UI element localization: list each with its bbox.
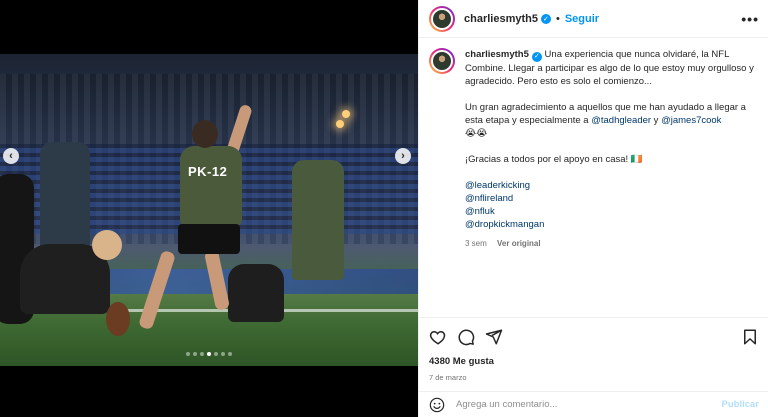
football	[106, 302, 130, 336]
caption-paragraph-3: ¡Gracias a todos por el apoyo en casa! 🇮…	[465, 153, 643, 165]
avatar-image	[431, 7, 453, 30]
avatar-image	[431, 50, 453, 72]
photographer-right	[292, 160, 344, 280]
chevron-right-icon: ›	[401, 149, 405, 162]
caption-meta: 3 sem Ver original	[465, 237, 755, 250]
follow-button[interactable]: Seguir	[565, 13, 599, 25]
caption-paragraph-1: charliesmyth5 ✓ Una experiencia que nunca…	[465, 48, 755, 88]
post-header: charliesmyth5 ✓ • Seguir •••	[419, 0, 768, 38]
jersey-number: PK-12	[188, 164, 228, 179]
comment-bar: Publicar	[419, 391, 768, 417]
carousel-dot	[214, 352, 218, 356]
caption-avatar[interactable]	[429, 48, 455, 74]
mention-link[interactable]: @tadhgleader	[591, 115, 651, 126]
kicker-shorts	[178, 224, 240, 254]
post-date: 7 de marzo	[429, 373, 467, 382]
separator-dot: •	[555, 12, 560, 25]
share-icon[interactable]	[485, 328, 503, 346]
emoji-icon[interactable]	[429, 397, 445, 413]
kicker-head	[192, 120, 218, 148]
hashtag-list: @leaderkicking @nflireland @nfluk @dropk…	[465, 179, 755, 231]
action-bar: 4380 Me gusta 7 de marzo	[419, 317, 768, 382]
carousel-indicator	[0, 352, 418, 356]
verified-badge-icon: ✓	[540, 13, 551, 24]
caption: charliesmyth5 ✓ Una experiencia que nunca…	[429, 48, 759, 318]
caption-paragraph-2: Un gran agradecimiento a aquellos que me…	[465, 101, 755, 140]
mention-link[interactable]: @james7cook	[661, 115, 721, 126]
action-icons	[429, 324, 759, 350]
caption-text: charliesmyth5 ✓ Una experiencia que nunca…	[465, 48, 755, 318]
crying-emoji: 😭😭	[465, 127, 488, 139]
post-side-panel: charliesmyth5 ✓ • Seguir ••• charliesmyt…	[418, 0, 768, 417]
stadium-light	[336, 120, 344, 128]
instagram-post: PK-12 ‹ › charliesmyth5 ✓ • Seguir ••• c…	[0, 0, 768, 417]
carousel-next-button[interactable]: ›	[395, 148, 411, 164]
tag-link[interactable]: @dropkickmangan	[465, 218, 755, 231]
like-count[interactable]: 4380 Me gusta	[429, 356, 759, 367]
comment-input[interactable]	[456, 399, 706, 410]
stadium-light	[342, 110, 350, 118]
carousel-dot	[200, 352, 204, 356]
publish-button[interactable]: Publicar	[722, 399, 760, 410]
heart-icon[interactable]	[429, 328, 447, 346]
post-photo[interactable]: PK-12	[0, 54, 418, 366]
carousel-prev-button[interactable]: ‹	[3, 148, 19, 164]
avatar[interactable]	[429, 5, 455, 32]
carousel-dot	[228, 352, 232, 356]
carousel-dot	[186, 352, 190, 356]
see-original-button[interactable]: Ver original	[497, 239, 541, 248]
bookmark-icon[interactable]	[741, 328, 759, 346]
carousel-dot	[221, 352, 225, 356]
photographer-crouching	[228, 264, 284, 322]
carousel-dot	[193, 352, 197, 356]
caption-username[interactable]: charliesmyth5	[465, 49, 529, 60]
tag-link[interactable]: @nfluk	[465, 205, 755, 218]
comment-icon[interactable]	[457, 328, 475, 346]
tag-link[interactable]: @nflireland	[465, 192, 755, 205]
carousel-dot	[207, 352, 211, 356]
kicker-jersey	[180, 146, 242, 226]
header-username[interactable]: charliesmyth5	[464, 13, 538, 25]
post-media: PK-12 ‹ ›	[0, 0, 418, 417]
tag-link[interactable]: @leaderkicking	[465, 179, 755, 192]
photographer-left	[40, 142, 90, 252]
chevron-left-icon: ‹	[9, 149, 13, 162]
time-ago: 3 sem	[465, 238, 487, 248]
verified-badge-icon: ✓	[531, 51, 542, 62]
more-options-icon[interactable]: •••	[741, 11, 759, 27]
holder-head	[92, 230, 122, 260]
caption-connector: y	[651, 114, 662, 126]
